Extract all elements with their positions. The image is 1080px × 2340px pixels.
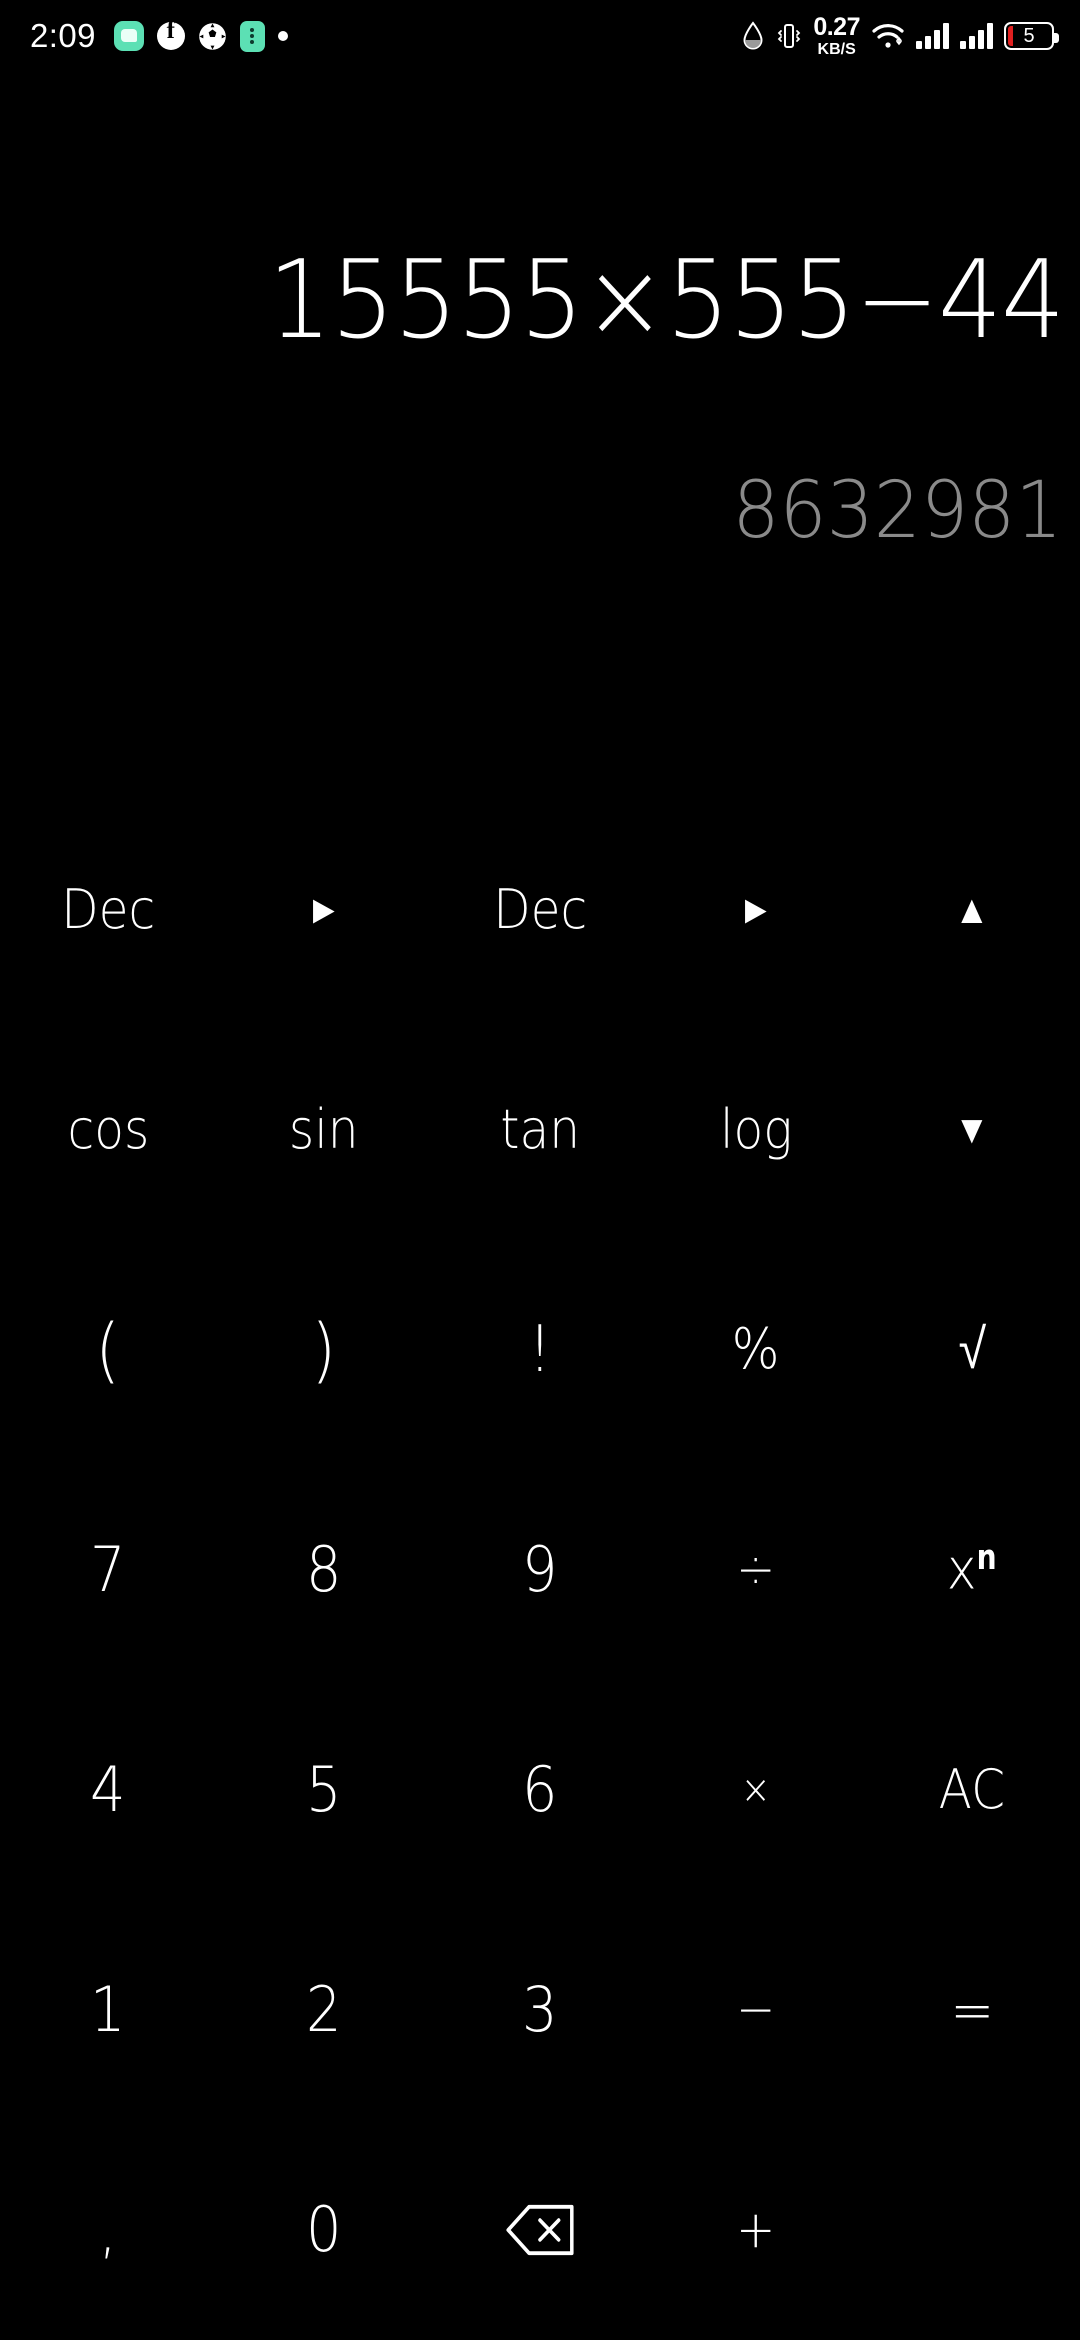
calculator-display: 15555×555−44 8632981 <box>0 72 1080 822</box>
digit-7-button-label: 7 <box>90 1533 126 1606</box>
decimal-separator-button-label: , <box>99 2193 117 2266</box>
power-button[interactable]: xn <box>864 1460 1080 1680</box>
minus-button-label: − <box>736 1980 776 2040</box>
status-bar: 2:09 f 0.27 KB/S 5 <box>0 0 1080 72</box>
equals-button[interactable]: = <box>864 1900 1080 2120</box>
football-icon <box>198 22 227 51</box>
plus-button[interactable]: + <box>648 2120 864 2340</box>
close-paren-button[interactable]: ) <box>216 1240 432 1460</box>
factorial-button-label: ! <box>528 1313 552 1387</box>
digit-3-button-label: 3 <box>522 1973 558 2046</box>
convert-arrow-button[interactable]: ► <box>216 800 432 1020</box>
battery-level: 5 <box>1023 24 1035 47</box>
digit-8-button-label: 8 <box>306 1533 342 1606</box>
digit-1-button-label: 1 <box>90 1973 126 2046</box>
decimal-separator-button[interactable]: , <box>0 2120 216 2340</box>
expression-text[interactable]: 15555×555−44 <box>268 247 1065 355</box>
convert-arrow-button-label: ► <box>306 887 342 933</box>
log-button-label: log <box>719 1098 793 1161</box>
water-drop-icon <box>741 21 765 51</box>
network-speed: 0.27 KB/S <box>813 12 860 58</box>
keypad: Dec ► Dec ► ▲ cos sin tan log ▼ ()!% √ 7 8 9 ÷ xn 4 5 6 × AC 1… <box>0 800 1080 2340</box>
digit-1-button[interactable]: 1 <box>0 1900 216 2120</box>
cos-button-label: cos <box>67 1098 149 1161</box>
base-from-dec-button[interactable]: Dec <box>0 800 216 1020</box>
network-speed-unit: KB/S <box>817 40 856 58</box>
digit-9-button[interactable]: 9 <box>432 1460 648 1680</box>
network-speed-value: 0.27 <box>813 12 860 41</box>
percent-button[interactable]: % <box>648 1240 864 1460</box>
multiply-button-label: × <box>740 1767 772 1813</box>
all-clear-button-label: AC <box>938 1758 1006 1821</box>
battery-icon: 5 <box>1004 22 1059 50</box>
digit-8-button[interactable]: 8 <box>216 1460 432 1680</box>
empty-key <box>864 2120 1080 2340</box>
tan-button-label: tan <box>500 1098 580 1161</box>
digit-0-button-label: 0 <box>306 2193 342 2266</box>
base-to-dec-button-label: Dec <box>492 878 588 941</box>
digit-0-button[interactable]: 0 <box>216 2120 432 2340</box>
digit-2-button[interactable]: 2 <box>216 1900 432 2120</box>
digit-9-button-label: 9 <box>522 1533 558 1606</box>
status-bar-left: 2:09 <box>30 17 288 55</box>
log-button[interactable]: log <box>648 1020 864 1240</box>
close-paren-button-label: ) <box>311 1309 337 1391</box>
backspace-button[interactable] <box>432 2120 648 2340</box>
digit-4-button-label: 4 <box>90 1753 126 1826</box>
dot-icon <box>277 31 288 41</box>
equals-button-label: = <box>950 1976 994 2044</box>
base-from-dec-button-label: Dec <box>60 878 156 941</box>
convert-arrow-2-button-label: ► <box>738 887 774 933</box>
divide-button-label: ÷ <box>736 1540 776 1600</box>
battery-fill <box>1008 26 1013 46</box>
divide-button[interactable]: ÷ <box>648 1460 864 1680</box>
sin-button[interactable]: sin <box>216 1020 432 1240</box>
signal-icon <box>960 23 993 49</box>
open-paren-button-label: ( <box>95 1309 121 1391</box>
scroll-up-button[interactable]: ▲ <box>864 800 1080 1020</box>
convert-arrow-2-button[interactable]: ► <box>648 800 864 1020</box>
digit-3-button[interactable]: 3 <box>432 1900 648 2120</box>
scroll-down-button-label: ▼ <box>954 1107 990 1153</box>
digit-2-button-label: 2 <box>306 1973 342 2046</box>
vibrate-icon <box>776 21 802 51</box>
factorial-button[interactable]: ! <box>432 1240 648 1460</box>
status-bar-right: 0.27 KB/S 5 <box>741 12 1059 58</box>
digit-5-button[interactable]: 5 <box>216 1680 432 1900</box>
app-icon <box>239 20 265 52</box>
backspace-button-label <box>505 2203 575 2257</box>
base-to-dec-button[interactable]: Dec <box>432 800 648 1020</box>
open-paren-button[interactable]: ( <box>0 1240 216 1460</box>
digit-6-button[interactable]: 6 <box>432 1680 648 1900</box>
sqrt-button[interactable]: √ <box>864 1240 1080 1460</box>
digit-5-button-label: 5 <box>306 1753 342 1826</box>
sin-button-label: sin <box>289 1098 359 1161</box>
scroll-up-button-label: ▲ <box>954 887 990 933</box>
plus-button-label: + <box>736 2200 776 2260</box>
wifi-icon <box>871 22 905 50</box>
digit-4-button[interactable]: 4 <box>0 1680 216 1900</box>
cos-button[interactable]: cos <box>0 1020 216 1240</box>
tan-button[interactable]: tan <box>432 1020 648 1240</box>
multiply-button[interactable]: × <box>648 1680 864 1900</box>
percent-button-label: % <box>732 1317 780 1382</box>
message-icon <box>113 21 144 51</box>
result-text[interactable]: 8632981 <box>732 472 1062 550</box>
clock-time: 2:09 <box>30 17 96 54</box>
power-button-label: xn <box>947 1537 997 1603</box>
digit-6-button-label: 6 <box>522 1753 558 1826</box>
sqrt-button-label: √ <box>958 1317 986 1382</box>
scroll-down-button[interactable]: ▼ <box>864 1020 1080 1240</box>
facebook-icon <box>156 17 185 50</box>
signal-icon <box>916 23 949 49</box>
minus-button[interactable]: − <box>648 1900 864 2120</box>
digit-7-button[interactable]: 7 <box>0 1460 216 1680</box>
all-clear-button[interactable]: AC <box>864 1680 1080 1900</box>
